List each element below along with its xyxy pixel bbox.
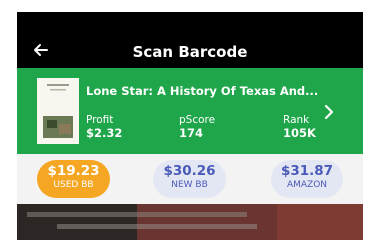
- price-amount: $19.23: [47, 163, 100, 179]
- product-title: Lone Star: A History Of Texas And...: [86, 84, 319, 98]
- stat-label: pScore: [179, 114, 216, 126]
- stat-value: 105K: [283, 126, 316, 140]
- price-label: USED BB: [53, 180, 94, 190]
- camera-preview: [17, 204, 363, 240]
- price-new-bb-button[interactable]: $30.26 NEW BB: [153, 160, 226, 198]
- stat-profit: Profit $2.32: [86, 114, 122, 141]
- price-label: AMAZON: [286, 180, 328, 190]
- stat-value: $2.32: [86, 126, 123, 140]
- price-label: NEW BB: [171, 180, 208, 190]
- price-amazon-button[interactable]: $31.87 AMAZON: [271, 160, 343, 198]
- stat-label: Rank: [283, 114, 310, 126]
- price-used-bb-button[interactable]: $19.23 USED BB: [37, 160, 110, 198]
- stat-rank: Rank 105K: [283, 114, 316, 141]
- price-amount: $31.87: [280, 163, 334, 179]
- stat-label: Profit: [86, 114, 114, 126]
- stat-value: 174: [179, 126, 204, 140]
- product-summary-bar[interactable]: Lone Star: A History Of Texas And... Pro…: [17, 68, 363, 154]
- book-cover-image: [37, 78, 79, 144]
- app-bar: Scan Barcode: [17, 12, 363, 68]
- price-options: $19.23 USED BB $30.26 NEW BB $31.87 AMAZ…: [17, 154, 363, 204]
- chevron-right-icon[interactable]: [322, 104, 336, 120]
- price-amount: $30.26: [163, 163, 216, 179]
- page-title: Scan Barcode: [132, 43, 248, 61]
- camera-preview-image: [17, 204, 363, 240]
- app-screen: Scan Barcode Lone Star: A History Of Tex…: [17, 12, 363, 240]
- stat-pscore: pScore 174: [179, 114, 215, 141]
